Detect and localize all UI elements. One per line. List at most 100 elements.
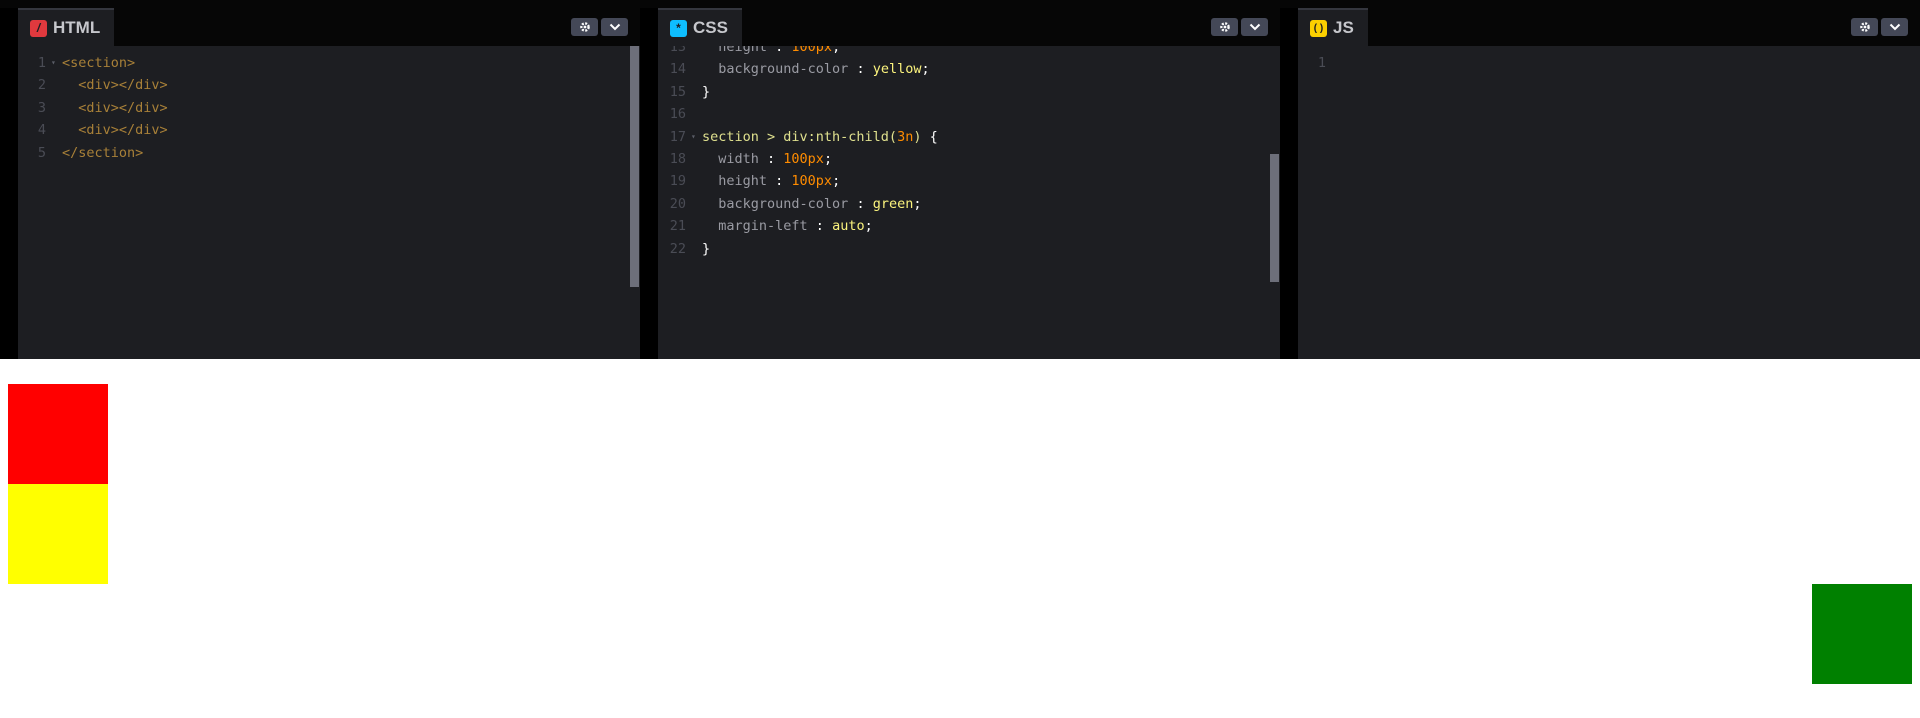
code-token: yellow bbox=[872, 61, 922, 78]
code-text: height : 100px; bbox=[702, 170, 840, 192]
code-text: } bbox=[702, 238, 710, 260]
css-collapse-button[interactable] bbox=[1241, 18, 1268, 36]
code-token: background-color bbox=[702, 61, 849, 78]
code-token: } bbox=[702, 83, 711, 100]
code-line[interactable]: 1 bbox=[1298, 52, 1920, 74]
code-line[interactable]: 15} bbox=[658, 81, 1280, 103]
js-header-buttons bbox=[1851, 18, 1908, 36]
code-token: ; bbox=[823, 151, 833, 167]
line-number: 15 bbox=[669, 83, 686, 100]
code-line[interactable]: 1 ▾ <section> bbox=[18, 52, 640, 74]
line-number: 21 bbox=[669, 218, 686, 235]
code-line[interactable]: 13 height : 100px; bbox=[658, 46, 1280, 58]
code-token: ; bbox=[913, 195, 922, 212]
code-token: : bbox=[758, 151, 784, 167]
code-token: margin-left bbox=[702, 218, 808, 235]
code-token: : bbox=[767, 173, 792, 190]
code-token: height bbox=[702, 46, 768, 55]
html-code-editor[interactable]: 1 ▾ <section> 2 <div></div> 3 <div></div> 4 <… bbox=[18, 46, 640, 359]
chevron-down-icon bbox=[1249, 23, 1260, 31]
code-token: <section> bbox=[62, 55, 136, 71]
js-code-editor[interactable]: 1 bbox=[1298, 46, 1920, 359]
js-panel-header: ( ) JS bbox=[1298, 8, 1920, 46]
code-text: <div></div> bbox=[62, 119, 168, 141]
chevron-down-icon bbox=[1889, 23, 1900, 31]
code-token: { bbox=[929, 128, 938, 145]
code-token: 100px bbox=[791, 46, 833, 55]
code-token: <div></div> bbox=[62, 77, 168, 94]
code-token: 100px bbox=[783, 151, 824, 167]
code-line[interactable]: 21 margin-left : auto; bbox=[658, 215, 1280, 237]
code-line[interactable]: 5 </section> bbox=[18, 142, 640, 164]
html-collapse-button[interactable] bbox=[601, 18, 628, 36]
fold-arrow-icon[interactable]: ▾ bbox=[51, 52, 56, 74]
code-token: 3n bbox=[897, 128, 914, 145]
js-settings-button[interactable] bbox=[1851, 18, 1878, 36]
js-tab[interactable]: ( ) JS bbox=[1298, 8, 1368, 46]
code-token: : bbox=[767, 46, 792, 55]
html-settings-button[interactable] bbox=[571, 18, 598, 36]
code-token: ; bbox=[832, 46, 841, 55]
line-number: 20 bbox=[669, 195, 686, 212]
line-number: 1 bbox=[1317, 55, 1326, 71]
css-settings-button[interactable] bbox=[1211, 18, 1238, 36]
line-number: 4 bbox=[37, 122, 46, 139]
code-line[interactable]: 16 bbox=[658, 103, 1280, 125]
code-token: ; bbox=[832, 173, 841, 190]
line-number: 1 bbox=[37, 55, 46, 71]
code-token: : bbox=[807, 218, 833, 235]
code-text: background-color : yellow; bbox=[702, 58, 929, 80]
code-line[interactable]: 22} bbox=[658, 238, 1280, 260]
html-scrollbar[interactable] bbox=[630, 46, 639, 287]
code-token: auto bbox=[832, 218, 865, 235]
code-text: <div></div> bbox=[62, 97, 168, 119]
code-line[interactable]: 3 <div></div> bbox=[18, 97, 640, 119]
code-token: ) bbox=[913, 128, 930, 145]
css-scrollbar[interactable] bbox=[1270, 154, 1279, 282]
chevron-down-icon bbox=[609, 23, 620, 31]
code-line[interactable]: 14 background-color : yellow; bbox=[658, 58, 1280, 80]
yellow-box bbox=[8, 484, 108, 584]
html-tab-label: HTML bbox=[53, 18, 101, 37]
code-text: background-color : green; bbox=[702, 193, 921, 215]
code-token: green bbox=[872, 195, 914, 212]
code-token: <div></div> bbox=[62, 122, 168, 139]
preview-pane bbox=[0, 376, 1920, 718]
css-header-buttons bbox=[1211, 18, 1268, 36]
code-token: width bbox=[702, 151, 759, 167]
code-line[interactable]: 18 width : 100px; bbox=[658, 148, 1280, 170]
editors-area: / HTML 1 ▾ <section> 2 <div></div> 3 <div></… bbox=[0, 8, 1920, 359]
js-collapse-button[interactable] bbox=[1881, 18, 1908, 36]
red-box bbox=[8, 384, 108, 484]
js-tab-label: JS bbox=[1333, 18, 1354, 37]
code-line[interactable]: 2 <div></div> bbox=[18, 74, 640, 96]
code-token: : bbox=[848, 61, 873, 78]
code-line[interactable]: 17 ▾ section > div:nth-child(3n) { bbox=[658, 126, 1280, 148]
green-box bbox=[1812, 584, 1912, 684]
line-number: 18 bbox=[669, 151, 686, 167]
html-editor-panel: / HTML 1 ▾ <section> 2 <div></div> 3 <div></… bbox=[18, 8, 640, 359]
code-text: width : 100px; bbox=[702, 148, 832, 170]
code-token: <div></div> bbox=[62, 99, 168, 116]
css-tab[interactable]: * CSS bbox=[658, 8, 742, 46]
css-code-editor[interactable]: 13 height : 100px; 14 background-color : … bbox=[658, 46, 1280, 359]
code-token: : bbox=[848, 195, 873, 212]
line-number: 14 bbox=[669, 61, 686, 78]
html-tab[interactable]: / HTML bbox=[18, 8, 115, 46]
code-line[interactable]: 20 background-color : green; bbox=[658, 193, 1280, 215]
code-token: 100px bbox=[791, 173, 833, 190]
code-text: } bbox=[702, 81, 710, 103]
css-icon: * bbox=[670, 19, 687, 37]
code-line[interactable]: 19 height : 100px; bbox=[658, 170, 1280, 192]
js-editor-panel: ( ) JS 1 bbox=[1298, 8, 1920, 359]
fold-arrow-icon[interactable]: ▾ bbox=[691, 126, 696, 148]
html-icon: / bbox=[30, 19, 47, 37]
line-number: 3 bbox=[37, 99, 46, 116]
line-number: 17 bbox=[669, 128, 686, 145]
code-line[interactable]: 4 <div></div> bbox=[18, 119, 640, 141]
code-text: </section> bbox=[62, 142, 143, 164]
html-header-buttons bbox=[571, 18, 628, 36]
code-text: <div></div> bbox=[62, 74, 168, 96]
css-tab-label: CSS bbox=[693, 18, 728, 37]
code-token: } bbox=[702, 240, 711, 257]
